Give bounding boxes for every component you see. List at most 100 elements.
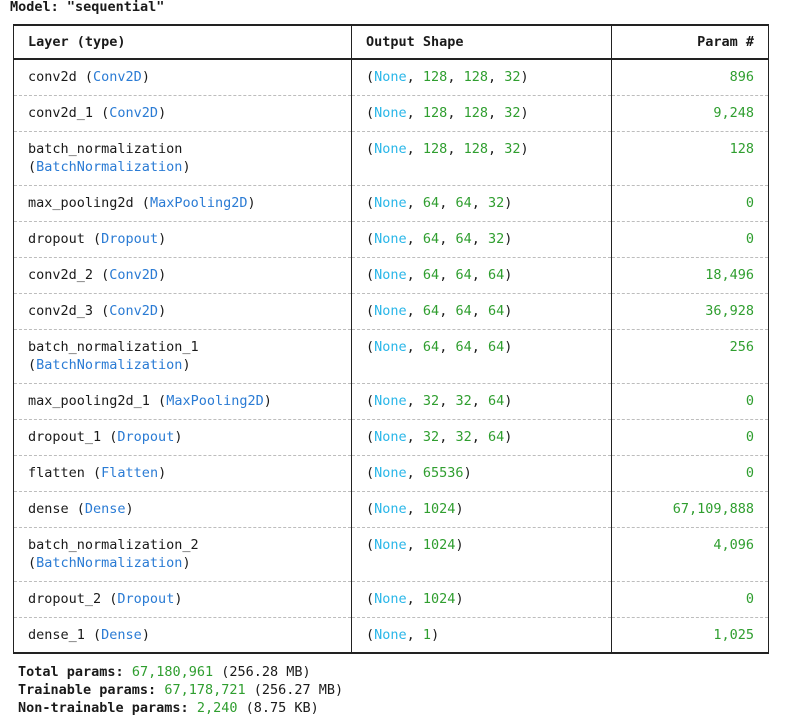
param-count-cell: 1,025	[611, 617, 769, 654]
none-keyword: None	[374, 302, 407, 319]
param-count-cell: 256	[611, 329, 769, 384]
layer-type: Dropout	[117, 428, 175, 445]
column-header-params: Param #	[611, 24, 769, 60]
shape-dim: 1024	[422, 500, 456, 517]
column-header-output-shape: Output Shape	[351, 24, 612, 60]
layer-type: MaxPooling2D	[149, 194, 248, 211]
param-count: 0	[745, 428, 754, 445]
param-count: 128	[729, 140, 754, 157]
layer-cell: batch_normalization_1 (BatchNormalization…	[13, 329, 352, 384]
layer-name: dense	[28, 500, 69, 517]
layer-type: Dropout	[117, 590, 175, 607]
shape-dim: 32	[422, 392, 440, 409]
trainable-params-count: 67,178,721	[164, 682, 246, 698]
param-count-cell: 0	[611, 455, 769, 492]
layer-cell: dropout (Dropout)	[13, 221, 352, 258]
trainable-params-label: Trainable params:	[18, 682, 157, 698]
output-shape-cell: (None, 1024)	[351, 581, 612, 618]
layer-name: max_pooling2d	[28, 194, 134, 211]
shape-dim: 64	[422, 266, 440, 283]
table-row: dense (Dense) (None, 1024) 67,109,888	[13, 491, 769, 528]
none-keyword: None	[374, 338, 407, 355]
layer-cell: dense_1 (Dense)	[13, 617, 352, 654]
shape-dim: 64	[455, 194, 472, 211]
layer-name: dropout_2	[28, 590, 102, 607]
total-params-size: (256.28 MB)	[221, 664, 311, 680]
column-header-layer: Layer (type)	[13, 24, 352, 60]
layer-name: dropout_1	[28, 428, 102, 445]
shape-dim: 64	[487, 392, 505, 409]
none-keyword: None	[374, 104, 407, 121]
none-keyword: None	[374, 69, 407, 85]
layer-name: flatten	[28, 464, 85, 481]
layer-cell: max_pooling2d (MaxPooling2D)	[13, 185, 352, 222]
total-params-line: Total params: 67,180,961 (256.28 MB)	[18, 663, 343, 681]
total-params-count: 67,180,961	[131, 664, 214, 680]
table-header-row: Layer (type) Output Shape Param #	[13, 24, 769, 60]
param-count-cell: 0	[611, 185, 769, 222]
layer-name: dense_1	[28, 626, 85, 643]
layer-name: conv2d_2	[28, 266, 94, 283]
param-count-cell: 0	[611, 383, 769, 420]
layer-name: conv2d_1	[28, 104, 94, 121]
none-keyword: None	[374, 590, 407, 607]
shape-dim: 32	[504, 140, 521, 157]
table-row: conv2d_1 (Conv2D) (None, 128, 128, 32) 9,2…	[13, 95, 769, 132]
params-totals: Total params: 67,180,961 (256.28 MB) Trai…	[18, 663, 343, 717]
trainable-params-line: Trainable params: 67,178,721 (256.27 MB)	[18, 681, 343, 699]
none-keyword: None	[374, 500, 407, 517]
layer-name: conv2d_3	[28, 302, 94, 319]
layer-cell: dropout_1 (Dropout)	[13, 419, 352, 456]
shape-dim: 64	[422, 338, 440, 355]
shape-dim: 32	[422, 428, 440, 445]
output-shape-cell: (None, 64, 64, 64)	[351, 293, 612, 330]
layer-type: BatchNormalization	[36, 554, 183, 571]
shape-dim: 32	[504, 69, 521, 85]
shape-dim: 64	[422, 194, 440, 211]
table-row: dropout (Dropout) (None, 64, 64, 32) 0	[13, 221, 769, 258]
shape-dim: 32	[455, 392, 472, 409]
shape-dim: 64	[422, 302, 440, 319]
layer-cell: batch_normalization (BatchNormalization)	[13, 131, 352, 186]
layer-cell: conv2d_1 (Conv2D)	[13, 95, 352, 132]
none-keyword: None	[374, 392, 407, 409]
output-shape-cell: (None, 64, 64, 64)	[351, 257, 612, 294]
layer-cell: dense (Dense)	[13, 491, 352, 528]
shape-dim: 1024	[422, 590, 456, 607]
non-trainable-params-line: Non-trainable params: 2,240 (8.75 KB)	[18, 699, 343, 717]
table-row: max_pooling2d_1 (MaxPooling2D) (None, 32,…	[13, 383, 769, 420]
param-count-cell: 128	[611, 131, 769, 186]
param-count-cell: 0	[611, 581, 769, 618]
shape-dim: 128	[463, 69, 488, 85]
layer-type: Dropout	[101, 230, 159, 247]
layer-type: Conv2D	[93, 69, 142, 85]
table-row: batch_normalization_1 (BatchNormalization…	[13, 329, 769, 384]
none-keyword: None	[374, 266, 407, 283]
layer-name: dropout	[28, 230, 85, 247]
param-count: 18,496	[705, 266, 754, 283]
non-trainable-params-count: 2,240	[196, 700, 238, 716]
layer-type: Dense	[101, 626, 142, 643]
shape-dim: 32	[455, 428, 472, 445]
output-shape-cell: (None, 64, 64, 64)	[351, 329, 612, 384]
layer-name: batch_normalization_2	[28, 536, 199, 553]
non-trainable-params-size: (8.75 KB)	[245, 700, 319, 716]
model-title: Model: "sequential"	[10, 0, 165, 15]
none-keyword: None	[374, 536, 407, 553]
table-row: conv2d_2 (Conv2D) (None, 64, 64, 64) 18,49…	[13, 257, 769, 294]
param-count-cell: 36,928	[611, 293, 769, 330]
none-keyword: None	[374, 626, 407, 643]
param-count: 4,096	[713, 536, 754, 553]
shape-dim: 32	[487, 230, 505, 247]
none-keyword: None	[374, 140, 407, 157]
shape-dim: 128	[422, 104, 448, 121]
none-keyword: None	[374, 230, 407, 247]
shape-dim: 64	[455, 338, 472, 355]
layer-cell: conv2d (Conv2D)	[13, 59, 352, 96]
param-count: 9,248	[713, 104, 754, 121]
param-count: 256	[729, 338, 754, 355]
param-count: 67,109,888	[672, 500, 754, 517]
shape-dim: 64	[487, 338, 505, 355]
shape-dim: 1	[422, 626, 432, 643]
shape-dim: 64	[455, 302, 472, 319]
